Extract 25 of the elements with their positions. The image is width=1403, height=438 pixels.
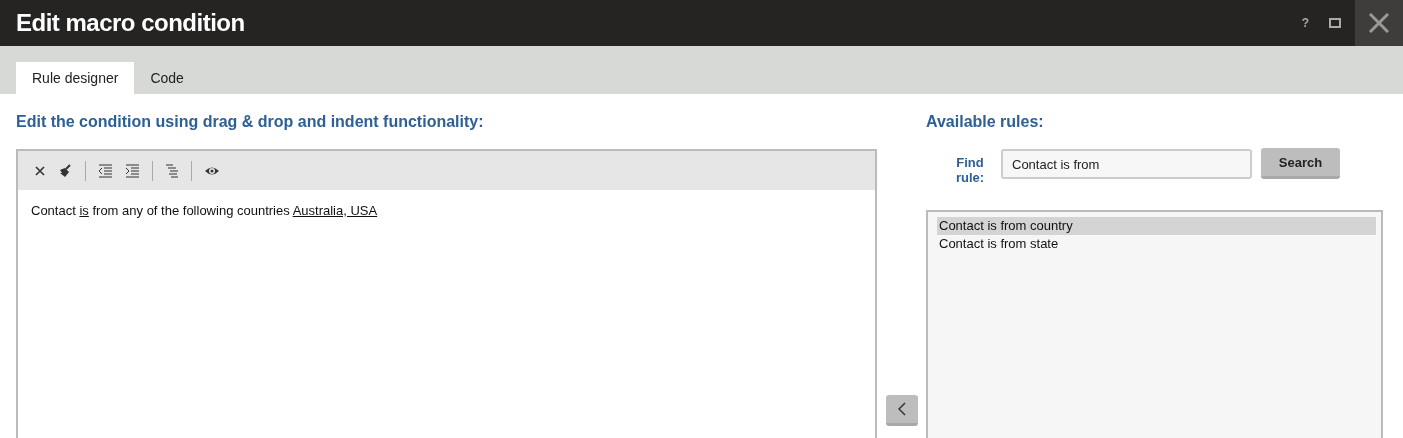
chevron-left-icon xyxy=(897,402,906,416)
section-heading: Edit the condition using drag & drop and indent functionality: xyxy=(16,113,485,131)
search-button[interactable]: Search xyxy=(1261,148,1340,179)
section-heading: Available rules: xyxy=(926,113,1045,131)
clear-icon xyxy=(34,164,46,177)
find-rule-label: Find rule: xyxy=(954,155,986,185)
rule-item[interactable]: Contact is from country xyxy=(937,217,1376,235)
broom-icon xyxy=(58,163,73,178)
lines-icon xyxy=(165,163,179,178)
outdent-icon xyxy=(98,163,113,178)
close-button[interactable] xyxy=(1355,0,1403,46)
condition-link[interactable]: is xyxy=(79,203,89,218)
rule-item[interactable]: Contact is from state xyxy=(937,235,1376,253)
condition-link[interactable]: Australia, USA xyxy=(292,203,378,218)
search-field[interactable]: Contact is from xyxy=(1001,149,1252,179)
window-title: Edit macro condition xyxy=(16,9,246,37)
maximize-icon[interactable] xyxy=(1329,18,1341,28)
indent-icon xyxy=(125,163,140,178)
help-button[interactable]: ? xyxy=(1301,16,1309,30)
tab[interactable]: Code xyxy=(134,62,200,94)
condition-text: Contact xyxy=(31,203,76,218)
tab[interactable]: Rule designer xyxy=(16,62,135,94)
condition-text: from any of the following countries xyxy=(92,203,290,218)
add-rule-button[interactable] xyxy=(885,395,918,426)
close-icon xyxy=(1369,13,1389,33)
